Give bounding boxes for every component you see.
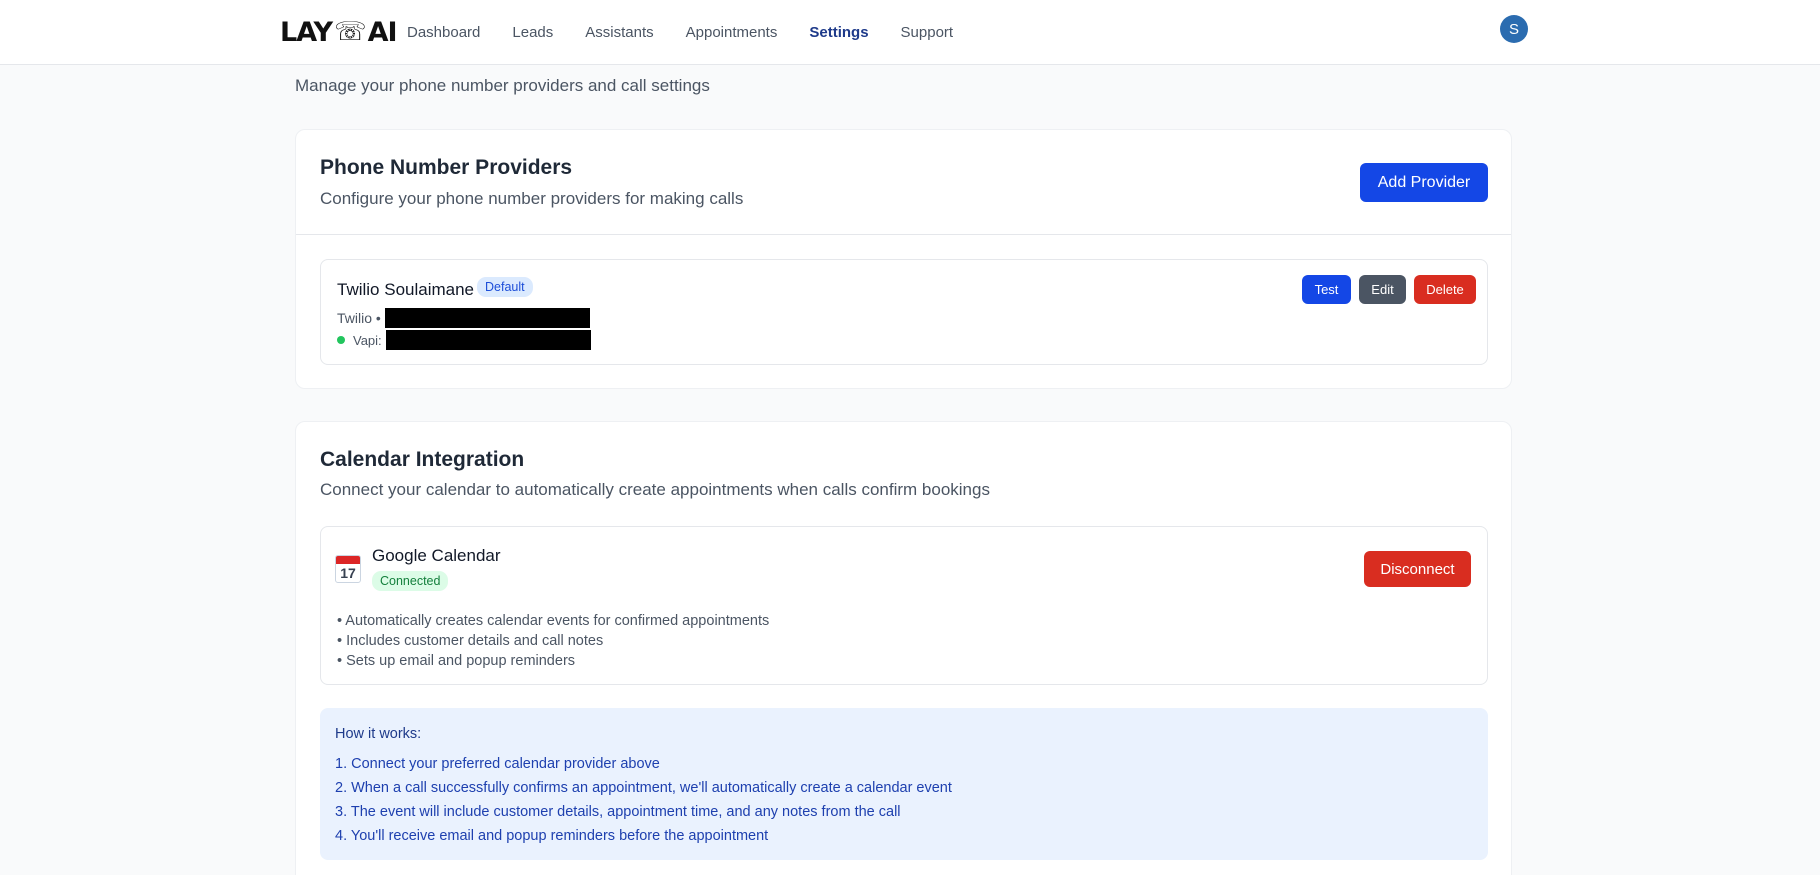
nav-settings[interactable]: Settings <box>809 24 868 41</box>
nav-assistants[interactable]: Assistants <box>585 24 653 41</box>
top-navbar: LAY ☏ AI Dashboard Leads Assistants Appo… <box>0 0 1820 65</box>
phone-providers-description: Configure your phone number providers fo… <box>320 189 744 208</box>
user-avatar[interactable]: S <box>1500 15 1528 43</box>
nav-leads[interactable]: Leads <box>512 24 553 41</box>
disconnect-button[interactable]: Disconnect <box>1364 551 1471 587</box>
provider-name: Twilio Soulaimane <box>337 280 475 299</box>
default-badge: Default <box>477 277 533 297</box>
logo-text-left: LAY <box>280 16 333 48</box>
provider-item: Twilio Soulaimane Default Twilio • Vapi:… <box>320 259 1488 365</box>
provider-vapi-line: Vapi: <box>337 330 591 350</box>
calendar-icon: 17 <box>335 555 361 583</box>
feature-item: • Includes customer details and call not… <box>337 633 604 649</box>
main-nav: Dashboard Leads Assistants Appointments … <box>407 0 985 65</box>
calendar-integration-card: Calendar Integration Connect your calend… <box>295 421 1512 875</box>
edit-provider-button[interactable]: Edit <box>1359 275 1406 304</box>
redacted-vapi-id <box>385 330 591 350</box>
phone-wave-icon: ☏ <box>334 17 367 47</box>
connected-badge: Connected <box>372 571 449 591</box>
how-it-works-steps: 1. Connect your preferred calendar provi… <box>335 752 952 848</box>
google-calendar-item: 17 Google Calendar Connected Disconnect … <box>320 526 1488 685</box>
add-provider-button[interactable]: Add Provider <box>1360 163 1488 202</box>
provider-type-label: Twilio • <box>337 310 381 326</box>
how-step: 3. The event will include customer detai… <box>335 804 901 820</box>
redacted-phone-number <box>384 308 590 328</box>
card-divider <box>296 234 1511 235</box>
logo-text-right: AI <box>367 16 398 48</box>
how-step: 1. Connect your preferred calendar provi… <box>335 756 660 772</box>
feature-item: • Automatically creates calendar events … <box>337 613 770 629</box>
nav-dashboard[interactable]: Dashboard <box>407 24 480 41</box>
nav-support[interactable]: Support <box>901 24 954 41</box>
delete-provider-button[interactable]: Delete <box>1414 275 1476 304</box>
test-provider-button[interactable]: Test <box>1302 275 1351 304</box>
calendar-provider-name: Google Calendar <box>372 546 501 565</box>
calendar-integration-title: Calendar Integration <box>320 448 525 471</box>
phone-providers-title: Phone Number Providers <box>320 156 573 179</box>
how-it-works-box: How it works: 1. Connect your preferred … <box>320 708 1488 860</box>
how-it-works-title: How it works: <box>335 726 422 742</box>
page-subtitle: Manage your phone number providers and c… <box>295 76 710 95</box>
how-step: 2. When a call successfully confirms an … <box>335 780 952 796</box>
calendar-features-list: • Automatically creates calendar events … <box>337 611 769 671</box>
phone-providers-card: Phone Number Providers Configure your ph… <box>295 129 1512 389</box>
provider-type-line: Twilio • <box>337 308 590 328</box>
logo[interactable]: LAY ☏ AI <box>280 14 398 50</box>
vapi-label: Vapi: <box>353 332 382 348</box>
status-dot-icon <box>337 336 345 344</box>
nav-appointments[interactable]: Appointments <box>686 24 778 41</box>
how-step: 4. You'll receive email and popup remind… <box>335 828 769 844</box>
feature-item: • Sets up email and popup reminders <box>337 653 576 669</box>
calendar-integration-description: Connect your calendar to automatically c… <box>320 480 990 499</box>
